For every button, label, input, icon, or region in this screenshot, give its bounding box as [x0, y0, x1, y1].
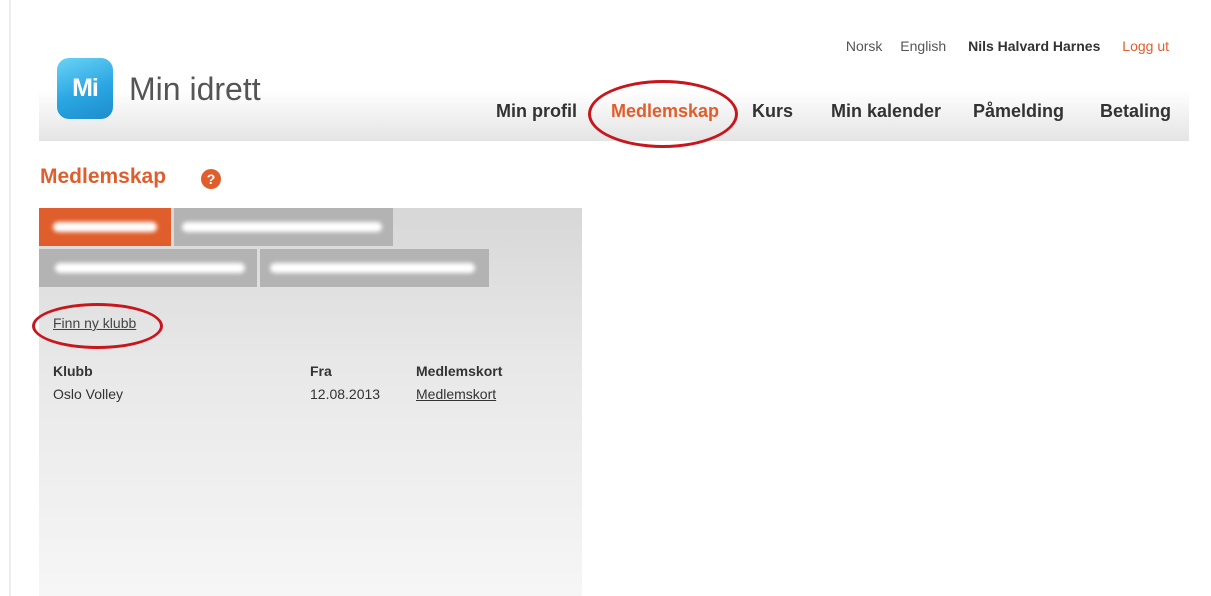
member-tab-2[interactable]: [174, 208, 393, 246]
member-tab-3[interactable]: [39, 249, 257, 287]
redacted-label: [182, 222, 382, 232]
redacted-label: [53, 222, 157, 232]
top-links: Norsk English Nils Halvard Harnes Logg u…: [832, 38, 1169, 54]
question-icon[interactable]: ?: [201, 169, 221, 189]
nav-min-kalender[interactable]: Min kalender: [831, 101, 941, 122]
cell-club-name: Oslo Volley: [53, 386, 124, 402]
left-border: [9, 0, 11, 596]
membership-card-link[interactable]: Medlemskort: [416, 386, 496, 402]
nav-kurs[interactable]: Kurs: [752, 101, 793, 122]
logout-link[interactable]: Logg ut: [1122, 38, 1169, 54]
member-tab-1[interactable]: [39, 208, 171, 246]
find-club-link[interactable]: Finn ny klubb: [53, 315, 136, 331]
lang-norsk-link[interactable]: Norsk: [846, 38, 883, 54]
nav-betaling[interactable]: Betaling: [1100, 101, 1171, 122]
lang-english-link[interactable]: English: [900, 38, 946, 54]
logo-text: Min idrett: [129, 71, 261, 107]
column-header-fra: Fra: [310, 363, 332, 379]
cell-from-date: 12.08.2013: [310, 386, 381, 402]
member-tab-4[interactable]: [260, 249, 489, 287]
user-name[interactable]: Nils Halvard Harnes: [968, 38, 1100, 54]
nav-medlemskap[interactable]: Medlemskap: [611, 101, 719, 122]
nav-pamelding[interactable]: Påmelding: [973, 101, 1064, 122]
column-header-klubb: Klubb: [53, 363, 93, 379]
column-header-medlemskort: Medlemskort: [416, 363, 503, 379]
redacted-label: [270, 263, 475, 273]
logo-mark: Mi: [57, 58, 113, 119]
redacted-label: [55, 263, 245, 273]
nav-min-profil[interactable]: Min profil: [496, 101, 577, 122]
page-title: Medlemskap: [40, 165, 167, 188]
